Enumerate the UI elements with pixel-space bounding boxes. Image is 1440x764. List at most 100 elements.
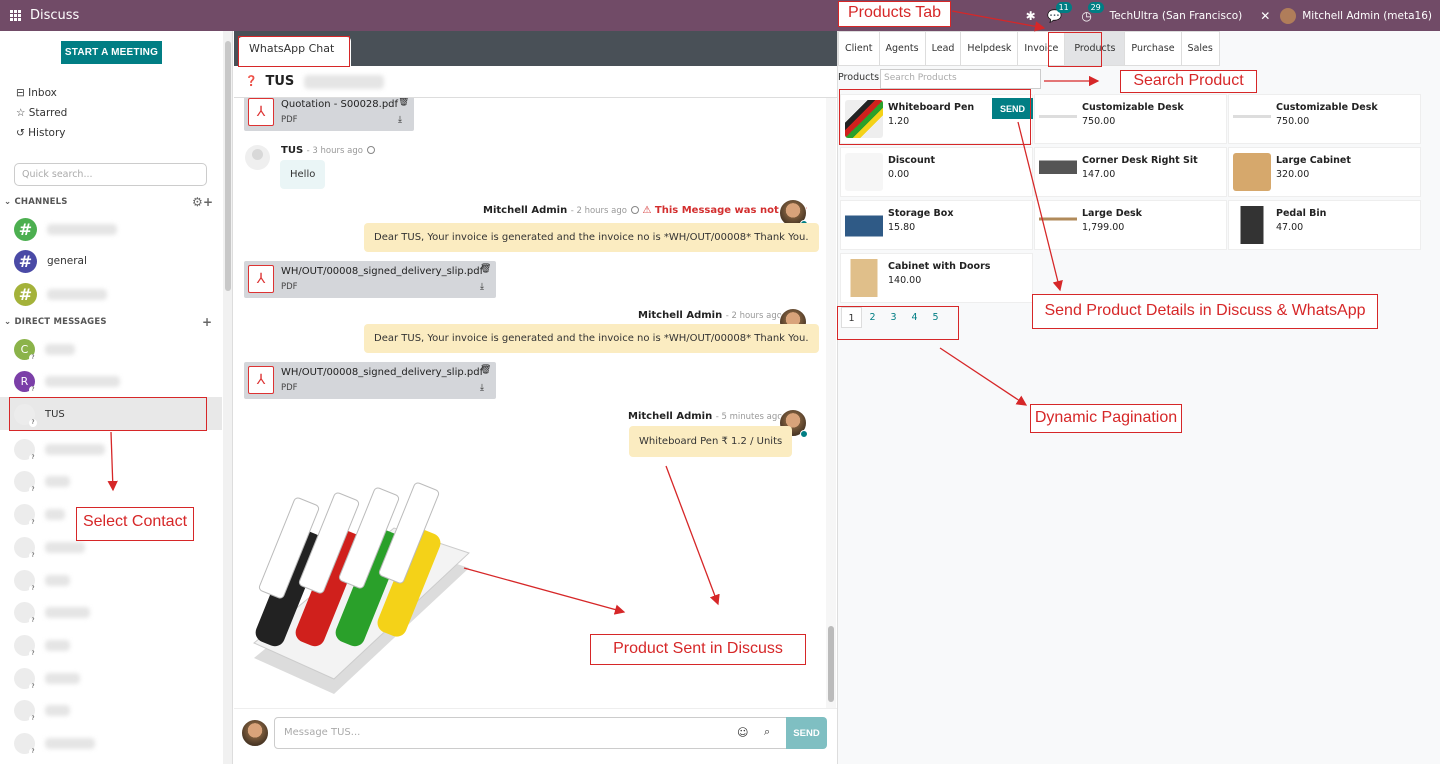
sidebar-item-history[interactable]: ↺ History (16, 127, 66, 139)
attachment-type: PDF (281, 282, 298, 292)
attachment-card[interactable]: ⅄ Quotation - S00028.pdf PDF 🗑 ⤓ (244, 98, 414, 131)
trash-icon[interactable]: 🗑 (480, 365, 491, 375)
avatar: C? (14, 338, 37, 362)
page-1[interactable]: 1 (841, 307, 862, 328)
apps-menu-icon[interactable] (10, 10, 21, 21)
message-bubble: Hello (280, 160, 326, 189)
sidebar-item-label: Inbox (28, 87, 57, 99)
product-card[interactable]: Large Desk 1,799.00 (1034, 200, 1227, 250)
dm-item[interactable]: C? (14, 337, 219, 362)
download-icon[interactable]: ⤓ (480, 282, 484, 292)
dm-item[interactable]: ? (14, 731, 219, 756)
chat-icon[interactable]: 💬 11 (1046, 1, 1072, 23)
chat-badge: 11 (1055, 1, 1072, 13)
company-switcher[interactable]: TechUltra (San Francisco) (1110, 10, 1243, 22)
product-card[interactable]: Customizable Desk 750.00 (1228, 94, 1421, 144)
channel-item[interactable]: # (14, 217, 219, 241)
user-menu[interactable]: Mitchell Admin (meta16) (1302, 10, 1432, 22)
attachment-card[interactable]: ⅄ WH/OUT/00008_signed_delivery_slip.pdf … (244, 362, 496, 399)
send-button[interactable]: SEND (786, 717, 827, 749)
dm-item[interactable]: ? (14, 600, 219, 625)
annotation-send-details: Send Product Details in Discuss & WhatsA… (1032, 294, 1378, 329)
status-icon: ? (29, 385, 37, 394)
tab-client[interactable]: Client (838, 31, 880, 66)
channel-settings-icon[interactable]: ⚙+ (192, 195, 213, 209)
dm-item[interactable]: ? (14, 633, 219, 658)
tab-whatsapp-chat[interactable]: WhatsApp Chat (238, 37, 351, 66)
tab-products[interactable]: Products (1065, 31, 1126, 66)
dm-item[interactable]: ? (14, 698, 219, 723)
product-image (845, 100, 883, 138)
product-card[interactable]: Cabinet with Doors 140.00 (840, 253, 1033, 303)
app-title[interactable]: Discuss (30, 8, 79, 23)
message-author: Mitchell Admin - 2 hours ago (638, 310, 794, 321)
dm-item-tus[interactable]: ? TUS (14, 402, 219, 427)
pagination: 1 2 3 4 5 (841, 307, 946, 328)
tab-helpdesk[interactable]: Helpdesk (961, 31, 1019, 66)
page-4[interactable]: 4 (904, 307, 925, 328)
dm-label: TUS (45, 408, 65, 420)
trash-icon[interactable]: 🗑 (480, 264, 491, 274)
avatar (245, 145, 270, 170)
product-name: Corner Desk Right Sit (1082, 155, 1198, 166)
product-card[interactable]: Corner Desk Right Sit 147.00 (1034, 147, 1227, 197)
emoji-icon[interactable]: ☺ (737, 726, 748, 739)
dm-item[interactable]: ? (14, 469, 219, 494)
tab-lead[interactable]: Lead (925, 31, 962, 66)
page-5[interactable]: 5 (925, 307, 946, 328)
attachment-name: WH/OUT/00008_signed_delivery_slip.pdf (281, 266, 484, 277)
product-card[interactable]: Pedal Bin 47.00 (1228, 200, 1421, 250)
paperclip-icon[interactable]: ⌕ (764, 725, 770, 739)
direct-messages-header[interactable]: ⌄ DIRECT MESSAGES + (4, 315, 212, 329)
bug-icon[interactable]: ✱ (1022, 9, 1040, 23)
attachment-name: Quotation - S00028.pdf (281, 99, 399, 110)
message-author: Mitchell Admin - 5 minutes ago (628, 411, 795, 422)
products-label: Products (838, 72, 880, 83)
user-avatar[interactable] (1280, 7, 1297, 24)
composer: Message TUS... ☺ ⌕ SEND (234, 708, 837, 764)
product-card[interactable]: Whiteboard Pen 1.20 SEND (840, 94, 1033, 144)
page-2[interactable]: 2 (862, 307, 883, 328)
product-card[interactable]: Discount 0.00 (840, 147, 1033, 197)
status-icon: ? (29, 584, 37, 593)
product-card[interactable]: Storage Box 15.80 (840, 200, 1033, 250)
dm-item[interactable]: ? (14, 437, 219, 462)
attachment-type: PDF (281, 115, 298, 125)
tab-purchase[interactable]: Purchase (1125, 31, 1182, 66)
dm-item[interactable]: ? (14, 568, 219, 593)
add-dm-icon[interactable]: + (202, 315, 212, 329)
tab-sales[interactable]: Sales (1181, 31, 1220, 66)
dm-item[interactable]: R? (14, 369, 219, 394)
channels-header[interactable]: ⌄ CHANNELS ⚙+ (4, 195, 213, 209)
message-input[interactable]: Message TUS... (274, 717, 787, 749)
discuss-sidebar: START A MEETING ⊟ Inbox ☆ Starred ↺ Hist… (0, 31, 233, 764)
channel-item[interactable]: # (14, 282, 219, 306)
sidebar-scrollbar[interactable] (223, 31, 232, 764)
product-card[interactable]: Customizable Desk 750.00 (1034, 94, 1227, 144)
send-product-button[interactable]: SEND (992, 98, 1033, 119)
channel-item-general[interactable]: # general (14, 249, 219, 273)
trash-icon[interactable]: 🗑 (398, 98, 409, 107)
quick-search-input[interactable]: Quick search... (14, 163, 207, 186)
tab-invoice[interactable]: Invoice (1018, 31, 1066, 66)
blurred-name (45, 606, 90, 618)
attachment-card[interactable]: ⅄ WH/OUT/00008_signed_delivery_slip.pdf … (244, 261, 496, 298)
sidebar-item-starred[interactable]: ☆ Starred (16, 107, 67, 119)
page-3[interactable]: 3 (883, 307, 904, 328)
dm-item[interactable]: ? (14, 666, 219, 691)
tools-icon[interactable]: ✕ (1256, 9, 1274, 23)
download-icon[interactable]: ⤓ (398, 115, 402, 125)
activity-icon[interactable]: ◷ 29 (1078, 1, 1104, 23)
product-image (1233, 100, 1271, 138)
download-icon[interactable]: ⤓ (480, 383, 484, 393)
product-name: Whiteboard Pen (888, 102, 975, 113)
whiteboard-pen-image[interactable] (244, 458, 476, 694)
product-card[interactable]: Large Cabinet 320.00 (1228, 147, 1421, 197)
product-search-input[interactable]: Search Products (880, 69, 1041, 89)
sidebar-item-inbox[interactable]: ⊟ Inbox (16, 87, 57, 99)
tab-agents[interactable]: Agents (879, 31, 926, 66)
chat-scrollbar[interactable] (826, 98, 836, 708)
blurred-name (45, 475, 70, 487)
product-name: Customizable Desk (1276, 102, 1378, 113)
start-meeting-button[interactable]: START A MEETING (61, 41, 162, 64)
